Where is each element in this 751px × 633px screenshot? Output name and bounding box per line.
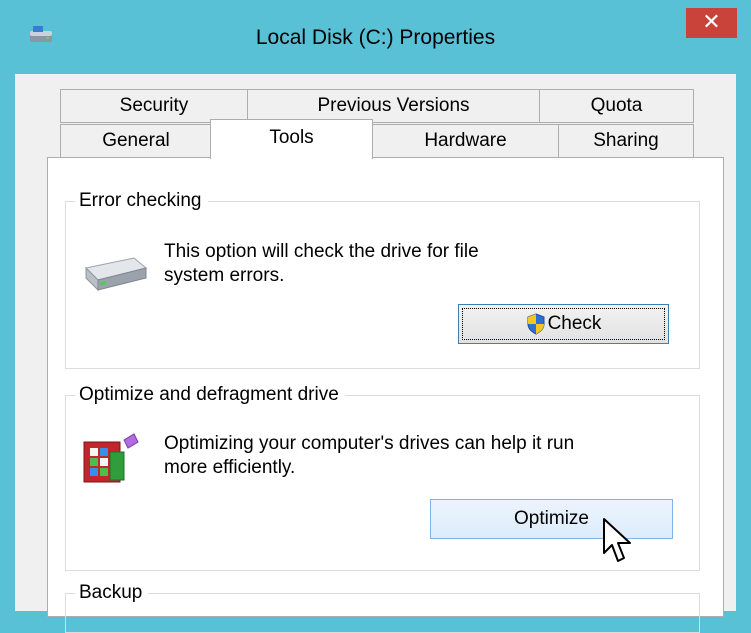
title-bar[interactable]: Local Disk (C:) Properties ✕	[0, 0, 751, 74]
optimize-description-line1: Optimizing your computer's drives can he…	[164, 433, 575, 454]
check-button-label: Check	[547, 313, 602, 334]
optimize-description-line2: more efficiently.	[164, 457, 296, 478]
mouse-cursor-icon	[603, 518, 631, 562]
tab-label: Hardware	[424, 130, 507, 151]
defragment-icon	[83, 433, 139, 483]
properties-window: Local Disk (C:) Properties ✕ Security Pr…	[0, 0, 751, 633]
optimize-title: Optimize and defragment drive	[75, 384, 345, 406]
tab-hardware[interactable]: Hardware	[372, 124, 559, 158]
check-button[interactable]: Check	[458, 304, 669, 344]
backup-group	[65, 593, 700, 633]
close-button[interactable]: ✕	[686, 8, 737, 38]
optimize-button[interactable]: Optimize	[430, 499, 673, 539]
uac-shield-icon	[527, 313, 545, 335]
tab-sharing[interactable]: Sharing	[558, 124, 694, 158]
hard-drive-icon	[84, 257, 148, 292]
tab-general[interactable]: General	[60, 124, 212, 158]
close-icon: ✕	[702, 10, 721, 35]
tab-security[interactable]: Security	[60, 89, 248, 123]
error-checking-title: Error checking	[75, 190, 208, 212]
tab-label: General	[102, 130, 170, 151]
tab-label: Sharing	[593, 130, 659, 151]
check-button-content: Check	[459, 305, 668, 343]
error-checking-description-line2: system errors.	[164, 265, 285, 286]
error-checking-description-line1: This option will check the drive for fil…	[164, 241, 479, 262]
tab-label: Tools	[269, 127, 314, 148]
tab-label: Previous Versions	[317, 95, 470, 116]
backup-title: Backup	[75, 582, 149, 604]
tab-quota[interactable]: Quota	[539, 89, 694, 123]
tab-label: Quota	[590, 95, 643, 116]
window-title: Local Disk (C:) Properties	[255, 26, 496, 49]
tab-tools[interactable]: Tools	[210, 119, 373, 159]
tab-previous-versions[interactable]: Previous Versions	[247, 89, 540, 123]
tab-label: Security	[119, 95, 189, 116]
